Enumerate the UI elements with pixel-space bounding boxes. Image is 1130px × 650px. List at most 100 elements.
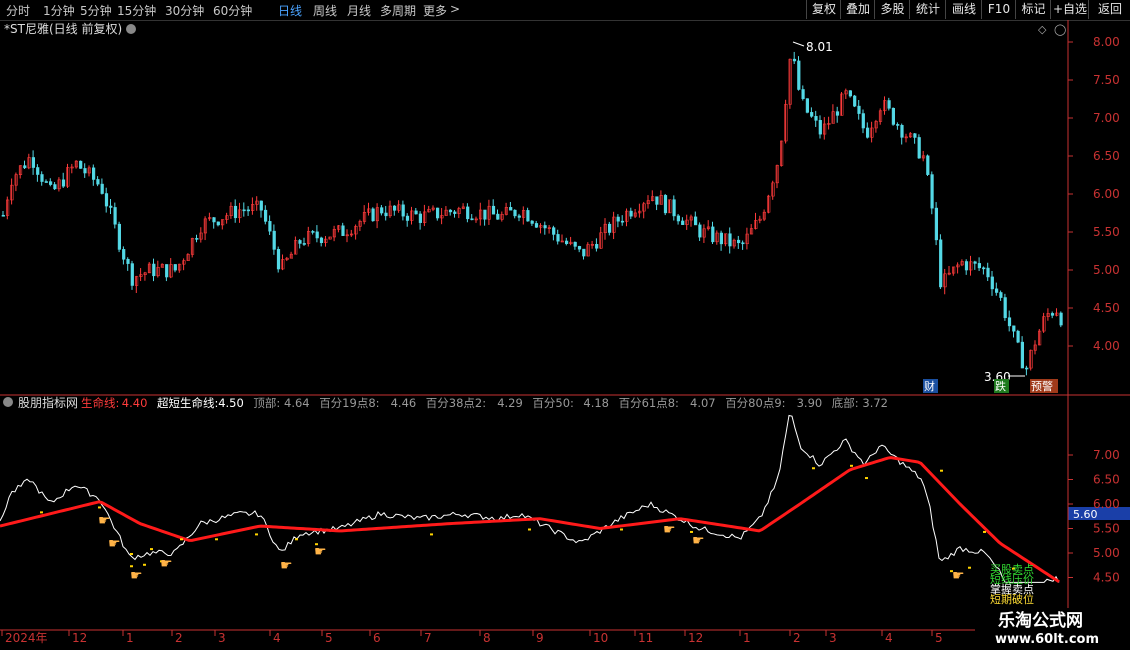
- candle-body: [23, 165, 27, 169]
- toolbar-button[interactable]: 统计: [909, 0, 946, 19]
- signal-dot: [130, 565, 133, 568]
- candle-body: [986, 267, 990, 278]
- signal-dot: [983, 530, 986, 533]
- period-tab[interactable]: 日线: [278, 2, 302, 19]
- candle-body: [543, 225, 547, 229]
- candle-body: [246, 209, 251, 212]
- period-tab[interactable]: 多周期: [380, 2, 416, 19]
- candle-body: [371, 208, 375, 222]
- price-axis-label: 4.50: [1093, 301, 1120, 315]
- hand-pointer-icon: ☛: [108, 536, 121, 552]
- candle-body: [994, 288, 999, 293]
- candle-body: [448, 209, 453, 213]
- toolbar-button[interactable]: F10: [981, 0, 1016, 19]
- candle-body: [530, 220, 534, 224]
- signal-dot: [255, 533, 258, 536]
- period-tab[interactable]: 更多: [423, 2, 447, 19]
- candle-body: [1050, 313, 1055, 316]
- toolbar-button[interactable]: 标记: [1015, 0, 1051, 19]
- candle-body: [926, 155, 930, 175]
- candle-body: [83, 168, 87, 174]
- candle-body: [629, 210, 633, 217]
- indicator-value: 4.40: [122, 396, 148, 410]
- date-label: 9: [536, 631, 544, 645]
- period-tab[interactable]: 周线: [313, 2, 337, 19]
- toolbar-button[interactable]: 返回: [1088, 0, 1130, 19]
- indicator-dropdown-icon: [3, 397, 13, 407]
- toolbar-button[interactable]: +自选: [1050, 0, 1089, 19]
- date-label: 5: [935, 631, 943, 645]
- hand-pointer-icon: ☛: [280, 558, 293, 574]
- date-label: 1: [743, 631, 751, 645]
- candle-body: [973, 261, 977, 264]
- candle-body: [259, 200, 263, 211]
- candle-body: [126, 258, 130, 264]
- candle-body: [513, 209, 517, 217]
- period-tab[interactable]: 1分钟: [43, 2, 75, 19]
- candle-body: [242, 209, 246, 212]
- indicator-axis-label: 6.50: [1093, 473, 1120, 487]
- candle-body: [212, 217, 216, 223]
- period-tab[interactable]: 60分钟: [213, 2, 252, 19]
- hand-pointer-icon: ☛: [314, 544, 327, 560]
- candle-body: [865, 127, 870, 138]
- candle-body: [401, 204, 405, 217]
- candle-body: [1020, 341, 1024, 369]
- candle-body: [496, 213, 500, 220]
- indicator-value: 4.50: [218, 396, 244, 410]
- candle-body: [113, 207, 117, 225]
- candle-body: [302, 243, 306, 245]
- period-tab[interactable]: 分时: [6, 2, 30, 19]
- signal-dot: [850, 464, 853, 467]
- hand-pointer-icon: ☛: [692, 533, 705, 549]
- chart-title: *ST尼雅(日线 前复权): [4, 21, 122, 36]
- candle-body: [418, 213, 423, 223]
- candle-body: [693, 216, 698, 226]
- period-tab[interactable]: 15分钟: [117, 2, 156, 19]
- candle-body: [857, 105, 861, 114]
- watermark-title: 乐淘公式网: [998, 610, 1083, 631]
- stock-badge: 预警: [1031, 379, 1053, 393]
- signal-dot: [620, 528, 623, 531]
- period-toolbar: 分时 1分钟 5分钟 15分钟 30分钟 60分钟 日线 周线 月线 多周期 更多 > 复权 叠加 多股 统计…: [0, 0, 1130, 21]
- period-tab[interactable]: 30分钟: [165, 2, 204, 19]
- candle-body: [380, 207, 384, 214]
- signal-dot: [150, 548, 153, 551]
- high-price-marker: 8.01: [806, 40, 833, 54]
- toolbar-button[interactable]: 画线: [945, 0, 982, 19]
- period-tab[interactable]: 月线: [347, 2, 371, 19]
- indicator-axis-label: 5.50: [1093, 522, 1120, 536]
- candle-body: [1012, 325, 1016, 332]
- period-tab[interactable]: 5分钟: [80, 2, 112, 19]
- date-label: 12: [72, 631, 87, 645]
- candle-body: [104, 193, 109, 207]
- indicator-value: 4.18: [583, 396, 609, 410]
- indicator-label: 百分19点8:: [319, 396, 379, 410]
- toolbar-button[interactable]: 复权: [806, 0, 841, 19]
- candle-body: [122, 249, 126, 260]
- main-price-panel: *ST尼雅(日线 前复权) ◇ ◯8.013.60财跌预警: [1, 21, 1066, 393]
- hand-pointer-icon: ☛: [98, 513, 111, 529]
- candle-body: [453, 211, 457, 214]
- watermark: 乐淘公式网www.60lt.com: [975, 608, 1130, 650]
- indicator-value: 4.64: [284, 396, 310, 410]
- candle-body: [848, 90, 852, 97]
- candle-body: [1003, 297, 1007, 319]
- candle-body: [934, 207, 938, 241]
- life-line: [0, 456, 1060, 584]
- toolbar-button[interactable]: 多股: [874, 0, 910, 19]
- indicator-label: 百分61点8:: [619, 396, 679, 410]
- toolbar-button[interactable]: 叠加: [840, 0, 875, 19]
- candle-body: [1007, 317, 1012, 327]
- more-chevron-icon[interactable]: >: [450, 2, 460, 16]
- price-axis-label: 8.00: [1093, 35, 1120, 49]
- candle-body: [1025, 367, 1029, 370]
- candle-body: [797, 60, 801, 90]
- candle-body: [109, 205, 113, 208]
- axes: 8.00 7.50 7.00 6.50 6.00 5.50 5.00 4.50 4.00 7.00…: [1067, 20, 1120, 630]
- kline-chart: *ST尼雅(日线 前复权) ◇ ◯8.013.60财跌预警 股朋指标网 生命线: 4.4…: [0, 20, 1130, 650]
- indicator-label: 顶部:: [253, 396, 280, 410]
- candle-body: [681, 220, 685, 225]
- candle-body: [216, 221, 220, 226]
- candle-body: [891, 107, 895, 125]
